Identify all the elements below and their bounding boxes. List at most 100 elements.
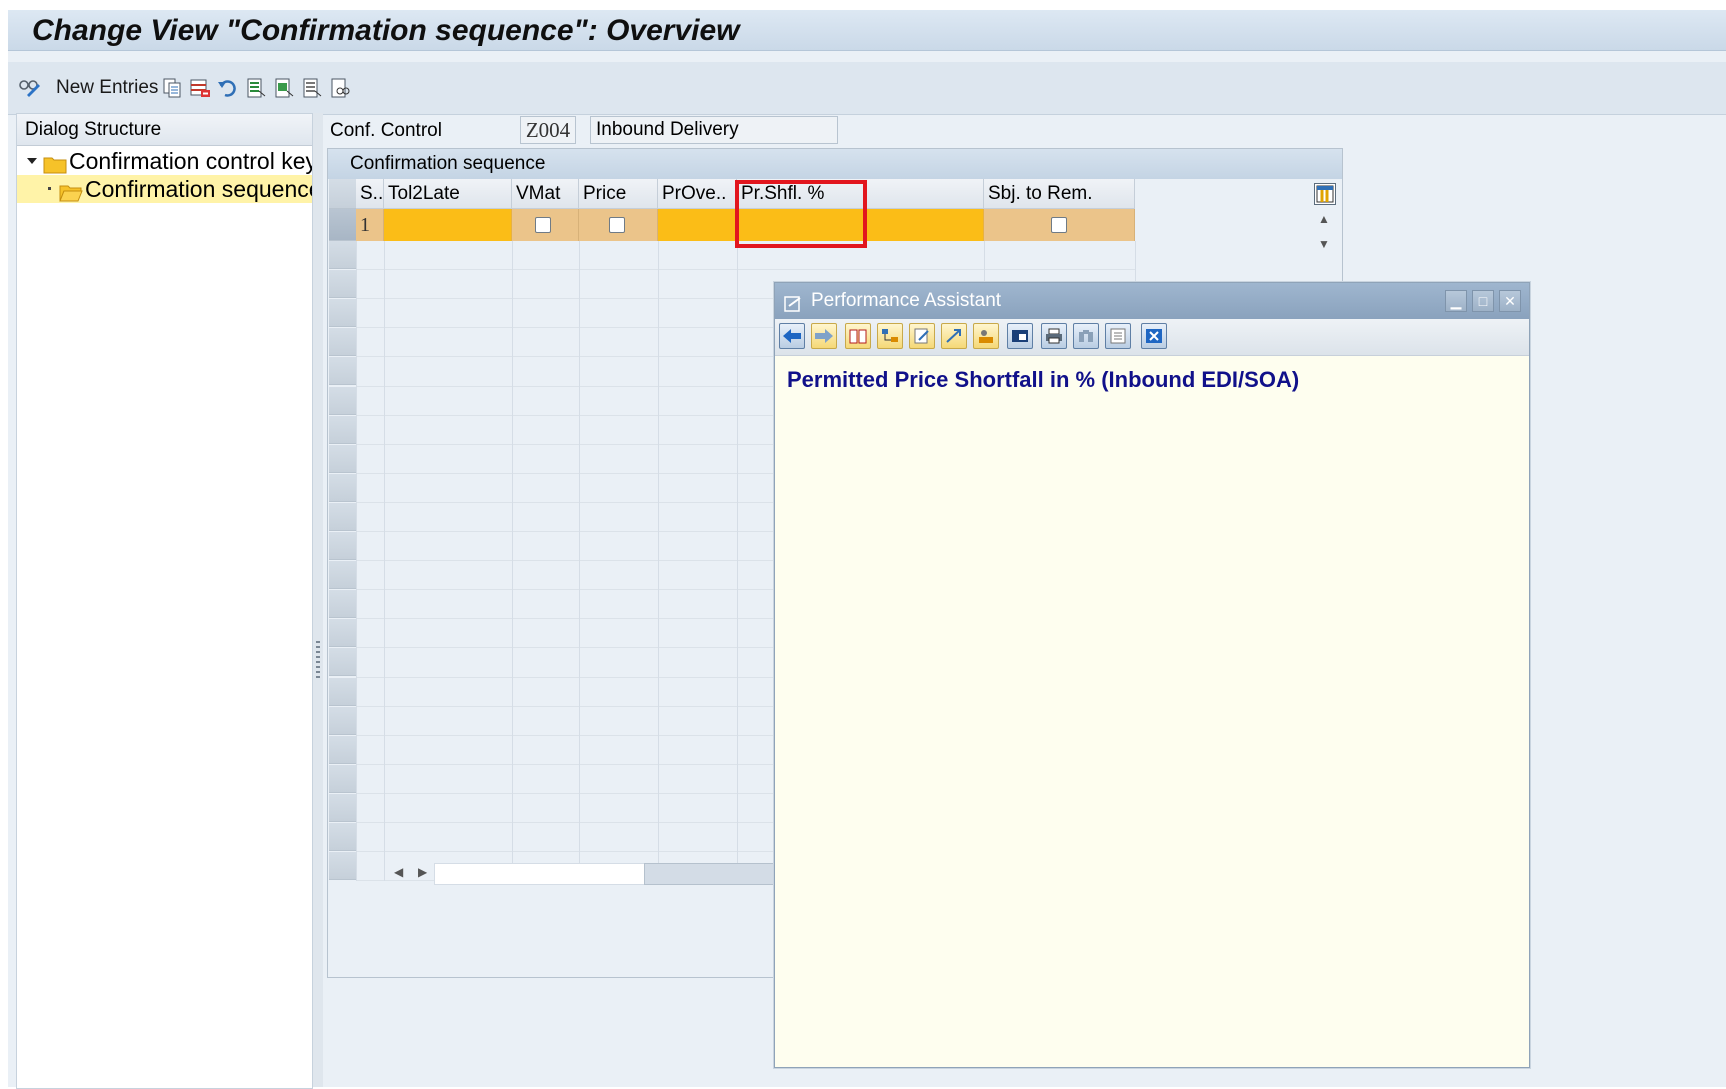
sbj-to-rem-checkbox[interactable] bbox=[1051, 217, 1067, 233]
horizontal-scrollbar[interactable]: ◀ ▶ bbox=[386, 861, 786, 885]
column-header-price[interactable]: Price bbox=[579, 179, 658, 209]
column-divider bbox=[737, 241, 738, 882]
row-selector[interactable] bbox=[329, 473, 356, 502]
row-selector[interactable] bbox=[329, 735, 356, 764]
scroll-thumb[interactable] bbox=[644, 863, 786, 885]
application-toolbar: New Entries bbox=[8, 62, 1726, 115]
column-header-vmat[interactable]: VMat bbox=[512, 179, 579, 209]
cell-prove[interactable] bbox=[658, 209, 737, 241]
scroll-track[interactable] bbox=[434, 863, 646, 885]
pa-title-bar[interactable]: Performance Assistant ▁ □ ✕ bbox=[775, 283, 1529, 319]
edit-button[interactable] bbox=[909, 323, 935, 349]
delete-button[interactable] bbox=[188, 74, 212, 102]
scroll-up-button[interactable]: ▲ bbox=[1314, 209, 1334, 229]
column-divider bbox=[579, 241, 580, 882]
row-selector[interactable] bbox=[329, 502, 356, 531]
link-button[interactable] bbox=[941, 323, 967, 349]
column-divider bbox=[384, 241, 385, 882]
technical-info-button[interactable] bbox=[845, 323, 871, 349]
select-all-button[interactable] bbox=[244, 74, 268, 102]
cell-price bbox=[579, 209, 658, 241]
delete-rows-icon bbox=[188, 76, 212, 100]
list-icon bbox=[1110, 328, 1126, 344]
title-bar: Change View "Confirmation sequence": Ove… bbox=[8, 10, 1726, 51]
row-selector[interactable] bbox=[329, 561, 356, 590]
new-entries-label: New Entries bbox=[56, 77, 159, 98]
row-selector[interactable] bbox=[329, 706, 356, 735]
scroll-left-icon[interactable]: ◀ bbox=[394, 865, 403, 879]
row-selector[interactable] bbox=[329, 793, 356, 822]
row-selector[interactable] bbox=[329, 677, 356, 706]
row-selector[interactable] bbox=[329, 648, 356, 677]
column-header-tol2late[interactable]: Tol2Late bbox=[384, 179, 512, 209]
price-checkbox[interactable] bbox=[609, 217, 625, 233]
structure-icon bbox=[882, 329, 898, 342]
row-selector[interactable] bbox=[329, 823, 356, 852]
copy-as-button[interactable] bbox=[160, 74, 184, 102]
row-selector[interactable] bbox=[329, 444, 356, 473]
forward-arrow-icon bbox=[815, 329, 833, 343]
select-block-button[interactable] bbox=[272, 74, 296, 102]
row-selector[interactable] bbox=[329, 299, 356, 328]
cell-vmat bbox=[512, 209, 579, 241]
row-selector[interactable] bbox=[329, 270, 356, 299]
minimize-button[interactable]: ▁ bbox=[1445, 290, 1467, 312]
pa-toolbar bbox=[775, 319, 1529, 356]
column-header-sbj-to-rem[interactable]: Sbj. to Rem. bbox=[984, 179, 1135, 209]
deselect-all-button[interactable] bbox=[300, 74, 324, 102]
row-selector[interactable] bbox=[329, 415, 356, 444]
glasses-pencil-icon bbox=[18, 76, 42, 100]
row-selector[interactable] bbox=[329, 386, 356, 415]
select-all-rows-button[interactable] bbox=[329, 179, 356, 209]
row-selector[interactable] bbox=[329, 764, 356, 793]
column-divider bbox=[658, 241, 659, 882]
display-options-button[interactable] bbox=[1007, 323, 1033, 349]
conf-control-label: Conf. Control bbox=[330, 120, 442, 141]
forward-button[interactable] bbox=[811, 323, 837, 349]
row-selector[interactable] bbox=[329, 209, 356, 241]
scroll-down-button[interactable]: ▼ bbox=[1314, 234, 1334, 254]
close-pa-button[interactable] bbox=[1141, 323, 1167, 349]
scroll-right-icon[interactable]: ▶ bbox=[418, 865, 427, 879]
help-document-icon bbox=[783, 291, 803, 312]
dialog-structure-pane: Dialog Structure Confirmation control ke… bbox=[16, 113, 313, 1089]
column-header-prove[interactable]: PrOve.. bbox=[658, 179, 737, 209]
tree-node-confirmation-sequence[interactable]: Confirmation sequence bbox=[17, 175, 312, 203]
row-selector[interactable] bbox=[329, 241, 356, 270]
row-selector[interactable] bbox=[329, 532, 356, 561]
new-entries-button[interactable]: New Entries bbox=[18, 74, 158, 102]
cell-seq[interactable]: 1 bbox=[356, 209, 384, 241]
conf-control-key-field: Z004 bbox=[520, 116, 576, 144]
row-selector[interactable] bbox=[329, 357, 356, 386]
column-settings-button[interactable] bbox=[1314, 183, 1336, 205]
window-icon bbox=[1012, 330, 1028, 342]
splitter-grip[interactable] bbox=[316, 641, 320, 681]
vmat-checkbox[interactable] bbox=[535, 217, 551, 233]
print-preview-button[interactable] bbox=[328, 74, 352, 102]
tree-node-confirmation-control-key[interactable]: Confirmation control key bbox=[17, 147, 312, 175]
row-selector[interactable] bbox=[329, 328, 356, 357]
performance-assistant-window: Performance Assistant ▁ □ ✕ Permitted Pr… bbox=[774, 282, 1530, 1068]
pencil-document-icon bbox=[914, 328, 929, 344]
undo-button[interactable] bbox=[216, 74, 240, 102]
column-header-seq[interactable]: S.. bbox=[356, 179, 384, 209]
application-help-button[interactable] bbox=[877, 323, 903, 349]
print-button[interactable] bbox=[1041, 323, 1067, 349]
maximize-button[interactable]: □ bbox=[1472, 290, 1494, 312]
send-button[interactable] bbox=[973, 323, 999, 349]
row-selector[interactable] bbox=[329, 852, 356, 881]
find-button[interactable] bbox=[1073, 323, 1099, 349]
row-selector[interactable] bbox=[329, 619, 356, 648]
select-block-icon bbox=[272, 76, 296, 100]
dialog-structure-header: Dialog Structure bbox=[17, 114, 312, 146]
close-button[interactable]: ✕ bbox=[1499, 290, 1521, 312]
pane-splitter[interactable] bbox=[313, 113, 323, 1087]
sap-window: Change View "Confirmation sequence": Ove… bbox=[8, 10, 1726, 1089]
back-button[interactable] bbox=[779, 323, 805, 349]
pa-title: Performance Assistant bbox=[811, 290, 1002, 311]
settings-button[interactable] bbox=[1105, 323, 1131, 349]
row-selector[interactable] bbox=[329, 590, 356, 619]
pa-heading: Permitted Price Shortfall in % (Inbound … bbox=[787, 367, 1300, 392]
cell-tol2late[interactable] bbox=[384, 209, 512, 241]
expand-arrow-icon[interactable] bbox=[27, 158, 37, 164]
